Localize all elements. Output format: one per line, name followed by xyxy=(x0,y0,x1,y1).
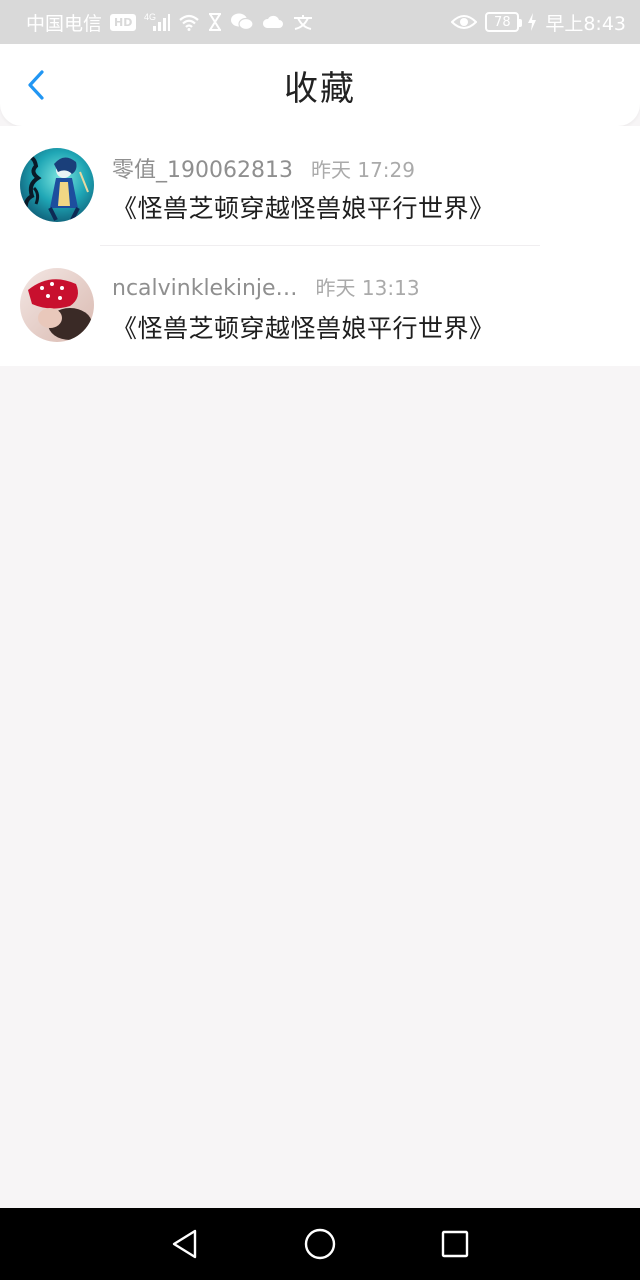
cloud-icon xyxy=(262,11,284,33)
status-bar: 中国电信 HD 4G 78 早上8:43 xyxy=(0,0,640,44)
status-right: 78 早上8:43 xyxy=(451,9,626,36)
recents-square-icon xyxy=(441,1230,468,1258)
user-name[interactable]: ncalvinklekinje… xyxy=(112,276,298,301)
favorites-list: 零值_190062813 昨天 17:29 《怪兽芝顿穿越怪兽娘平行世界》 nc… xyxy=(0,126,640,366)
item-meta: 零值_190062813 昨天 17:29 xyxy=(112,152,415,184)
photo-avatar-icon xyxy=(20,268,94,342)
list-item[interactable]: 零值_190062813 昨天 17:29 《怪兽芝顿穿越怪兽娘平行世界》 xyxy=(0,126,640,246)
status-left: 中国电信 HD 4G xyxy=(26,9,314,36)
anime-character-avatar-icon xyxy=(20,148,94,222)
translate-icon xyxy=(292,11,314,33)
hourglass-icon xyxy=(208,11,222,33)
battery-level: 78 xyxy=(494,14,511,30)
avatar[interactable] xyxy=(20,148,94,222)
nav-recents-button[interactable] xyxy=(435,1224,475,1264)
nav-back-button[interactable] xyxy=(165,1224,205,1264)
item-time: 昨天 13:13 xyxy=(315,276,420,300)
item-title[interactable]: 《怪兽芝顿穿越怪兽娘平行世界》 xyxy=(112,309,495,345)
system-nav-bar xyxy=(0,1208,640,1280)
battery-icon: 78 xyxy=(485,12,523,32)
back-triangle-icon xyxy=(173,1229,197,1259)
user-name[interactable]: 零值_190062813 xyxy=(112,152,293,184)
list-item[interactable]: ncalvinklekinje… 昨天 13:13 《怪兽芝顿穿越怪兽娘平行世界… xyxy=(0,246,640,366)
carrier-name: 中国电信 xyxy=(26,12,103,35)
item-meta: ncalvinklekinje… 昨天 13:13 xyxy=(112,272,420,301)
wechat-icon xyxy=(230,11,254,33)
clock-time: 早上8:43 xyxy=(545,12,626,35)
app-header: 收藏 xyxy=(0,44,640,126)
hd-icon: HD xyxy=(110,11,137,33)
eye-icon xyxy=(451,11,478,33)
page-title: 收藏 xyxy=(284,68,356,109)
avatar[interactable] xyxy=(20,268,94,342)
chevron-left-icon xyxy=(28,70,44,100)
svg-text:4G: 4G xyxy=(144,12,156,22)
wifi-icon xyxy=(178,11,200,33)
signal-icon: 4G xyxy=(144,11,171,33)
charging-icon xyxy=(527,11,537,33)
back-button[interactable] xyxy=(20,69,52,101)
home-circle-icon xyxy=(304,1228,336,1260)
item-title[interactable]: 《怪兽芝顿穿越怪兽娘平行世界》 xyxy=(112,189,495,225)
item-time: 昨天 17:29 xyxy=(310,158,415,182)
nav-home-button[interactable] xyxy=(300,1224,340,1264)
